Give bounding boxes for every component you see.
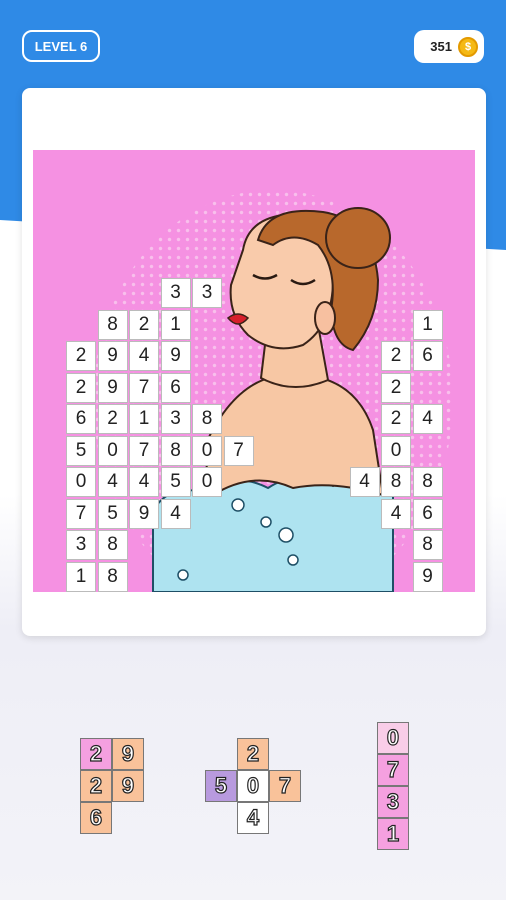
board-cell: 4 bbox=[412, 404, 443, 434]
piece-cell: 4 bbox=[237, 802, 269, 834]
board-cell: 2 bbox=[381, 404, 411, 434]
board-cell: 6 bbox=[412, 341, 443, 371]
board-cell: 1 bbox=[160, 309, 191, 340]
board-cell: 6 bbox=[66, 404, 96, 434]
board-cell: 0 bbox=[66, 467, 96, 497]
board-cell: 5 bbox=[97, 498, 128, 529]
piece-cell: 9 bbox=[112, 738, 144, 770]
board-cell: 9 bbox=[97, 341, 128, 371]
board-cell: 1 bbox=[66, 561, 96, 592]
board-cell: 2 bbox=[381, 372, 411, 403]
board-cell: 8 bbox=[160, 435, 191, 466]
board-cell: 4 bbox=[129, 467, 159, 497]
board-cell: 8 bbox=[192, 404, 222, 434]
piece-cell: 2 bbox=[80, 738, 112, 770]
board-cell: 7 bbox=[129, 435, 159, 466]
board-cell: 3 bbox=[192, 278, 222, 308]
board-cell: 2 bbox=[66, 372, 96, 403]
board-cell: 4 bbox=[97, 467, 128, 497]
board-cell: 8 bbox=[97, 561, 128, 592]
board-cell: 3 bbox=[66, 530, 96, 560]
piece-cell: 3 bbox=[377, 786, 409, 818]
piece-cell: 2 bbox=[237, 738, 269, 770]
board-cell: 8 bbox=[381, 467, 411, 497]
coin-icon: $ bbox=[458, 36, 478, 57]
board-cell: 6 bbox=[412, 498, 443, 529]
level-button[interactable]: LEVEL 6 bbox=[22, 30, 100, 62]
board-cell: 1 bbox=[129, 404, 159, 434]
piece-cell: 9 bbox=[112, 770, 144, 802]
pieces-tray: 29296250740731 bbox=[0, 690, 506, 870]
board-cell: 5 bbox=[160, 467, 191, 497]
board-cell: 5 bbox=[66, 435, 96, 466]
piece-cell: 0 bbox=[237, 770, 269, 802]
puzzle-picture: 3382112949262976262138245078070044504887… bbox=[33, 150, 475, 592]
board-cell: 0 bbox=[192, 435, 222, 466]
board-cell: 8 bbox=[97, 530, 128, 560]
board-cell: 6 bbox=[160, 372, 191, 403]
piece-cell: 1 bbox=[377, 818, 409, 850]
coin-counter: 351 $ bbox=[414, 30, 484, 63]
board-cell: 2 bbox=[129, 309, 159, 340]
piece-cell: 7 bbox=[269, 770, 301, 802]
board-cell: 8 bbox=[412, 530, 443, 560]
board-cell: 7 bbox=[223, 435, 254, 466]
coin-count: 351 bbox=[430, 39, 452, 54]
board-cell: 4 bbox=[160, 498, 191, 529]
board-cell: 3 bbox=[160, 404, 191, 434]
board-cell: 4 bbox=[381, 498, 411, 529]
board-cell: 4 bbox=[129, 341, 159, 371]
board-cell: 2 bbox=[66, 341, 96, 371]
board-cell: 1 bbox=[412, 309, 443, 340]
board-cell: 0 bbox=[381, 435, 411, 466]
piece-cell: 0 bbox=[377, 722, 409, 754]
piece-cell: 6 bbox=[80, 802, 112, 834]
number-board: 3382112949262976262138245078070044504887… bbox=[33, 150, 475, 592]
board-cell: 2 bbox=[97, 404, 128, 434]
board-cell: 0 bbox=[97, 435, 128, 466]
piece-cell: 5 bbox=[205, 770, 237, 802]
board-cell: 3 bbox=[160, 278, 191, 308]
board-cell: 9 bbox=[412, 561, 443, 592]
board-cell: 9 bbox=[97, 372, 128, 403]
board-cell: 9 bbox=[129, 498, 159, 529]
board-cell: 2 bbox=[381, 341, 411, 371]
piece-cell: 2 bbox=[80, 770, 112, 802]
board-cell: 8 bbox=[97, 309, 128, 340]
board-cell: 7 bbox=[66, 498, 96, 529]
piece-cell: 7 bbox=[377, 754, 409, 786]
board-cell: 4 bbox=[349, 467, 380, 497]
board-cell: 9 bbox=[160, 341, 191, 371]
board-cell: 8 bbox=[412, 467, 443, 497]
board-cell: 0 bbox=[192, 467, 222, 497]
board-cell: 7 bbox=[129, 372, 159, 403]
